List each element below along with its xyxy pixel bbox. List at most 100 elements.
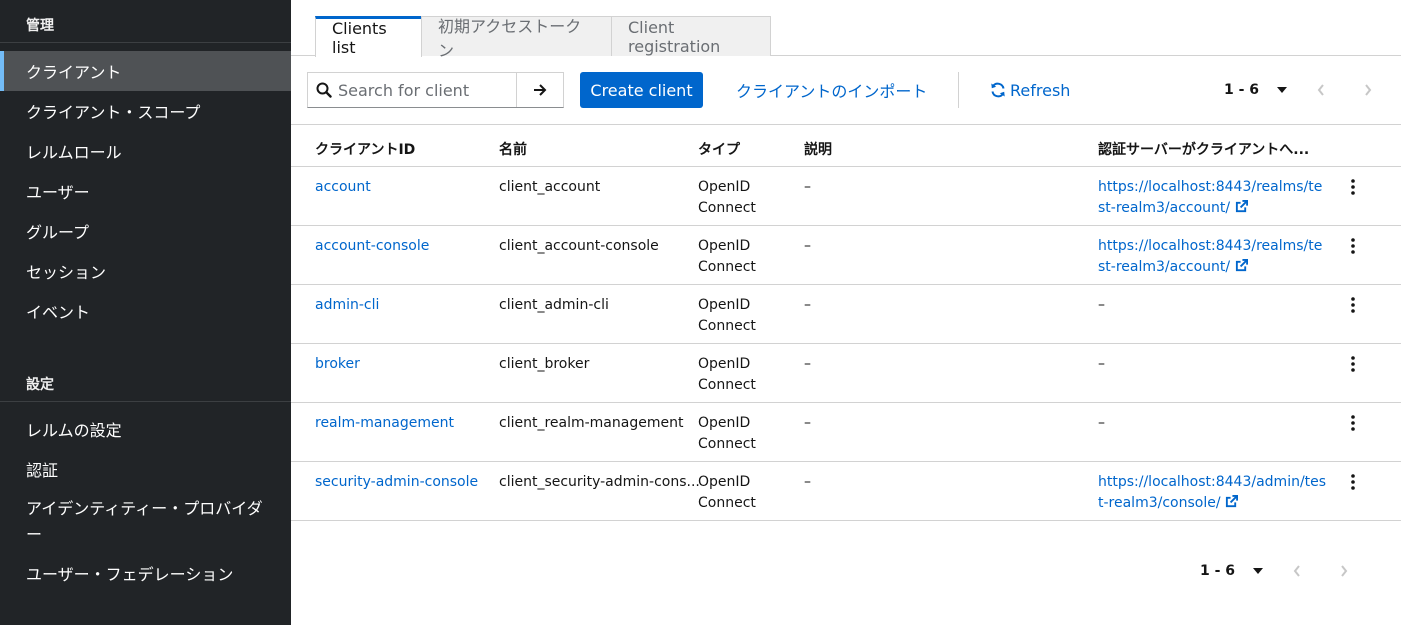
kebab-icon[interactable]	[1343, 354, 1363, 374]
sidebar: 管理 クライアント クライアント・スコープ レルムロール ユーザー グループ セ…	[0, 0, 291, 625]
search-input[interactable]	[338, 80, 508, 100]
client-id-link[interactable]: realm-management	[315, 413, 454, 434]
client-description: –	[804, 179, 811, 195]
home-url-empty: –	[1098, 356, 1105, 372]
nav-section-configure: 設定	[26, 377, 54, 393]
search-icon	[316, 82, 332, 98]
home-url-link[interactable]: https://localhost:8443/realms/test-realm…	[1098, 236, 1328, 278]
tabs: Clients list 初期アクセストークン Client registrat…	[291, 0, 1401, 60]
sidebar-item-label: クライアント・スコープ	[26, 103, 201, 122]
sidebar-item-label: セッション	[26, 263, 107, 282]
refresh-label: Refresh	[1010, 80, 1071, 100]
client-description: –	[804, 297, 811, 313]
sidebar-item-events[interactable]: イベント	[0, 291, 291, 331]
column-header-type[interactable]: タイプ	[698, 139, 740, 159]
angle-left-icon[interactable]	[1316, 82, 1326, 102]
sidebar-item-label: レルムロール	[26, 143, 122, 162]
client-name: client_account-console	[499, 238, 659, 254]
client-id-link[interactable]: account	[315, 177, 371, 198]
sidebar-item-label: ユーザー・フェデレーション	[26, 565, 234, 584]
toolbar-separator	[958, 72, 959, 108]
kebab-icon[interactable]	[1343, 177, 1363, 197]
home-url-text: https://localhost:8443/realms/test-realm…	[1098, 179, 1323, 216]
arrow-right-icon	[532, 82, 548, 98]
sidebar-item-label: 認証	[26, 461, 59, 480]
column-header-home-url[interactable]: 認証サーバーがクライアントへ...	[1098, 139, 1309, 159]
angle-left-icon[interactable]	[1292, 563, 1302, 583]
sidebar-item-clients[interactable]: クライアント	[0, 51, 291, 91]
client-type: OpenID Connect	[698, 238, 756, 275]
create-client-button[interactable]: Create client	[580, 72, 703, 108]
nav-section-manage: 管理	[26, 18, 54, 34]
tab-label: Clients list	[332, 19, 387, 57]
sidebar-item-label: レルムの設定	[26, 421, 122, 440]
pagination-bottom: 1 - 6	[1200, 553, 1264, 589]
sidebar-item-authentication[interactable]: 認証	[0, 449, 291, 489]
client-description: –	[804, 238, 811, 254]
pagination-top: 1 - 6	[1224, 72, 1288, 108]
home-url-link[interactable]: https://localhost:8443/admin/test-realm3…	[1098, 472, 1328, 514]
column-header-description[interactable]: 説明	[804, 139, 832, 159]
sidebar-item-label: クライアント	[26, 63, 122, 82]
kebab-icon[interactable]	[1343, 295, 1363, 315]
sidebar-item-sessions[interactable]: セッション	[0, 251, 291, 291]
client-type: OpenID Connect	[698, 474, 756, 511]
angle-right-icon[interactable]	[1339, 563, 1349, 583]
pagination-label: 1 - 6	[1200, 563, 1236, 579]
tab-label: 初期アクセストークン	[438, 16, 582, 60]
home-url-text: https://localhost:8443/realms/test-realm…	[1098, 238, 1323, 275]
tab-client-registration[interactable]: Client registration	[611, 16, 771, 56]
sidebar-item-realm-settings[interactable]: レルムの設定	[0, 409, 291, 449]
client-description: –	[804, 415, 811, 431]
sidebar-item-groups[interactable]: グループ	[0, 211, 291, 251]
kebab-icon[interactable]	[1343, 472, 1363, 492]
client-description: –	[804, 474, 811, 490]
kebab-icon[interactable]	[1343, 236, 1363, 256]
home-url-empty: –	[1098, 297, 1105, 313]
column-header-name[interactable]: 名前	[499, 139, 527, 159]
sidebar-item-label: ユーザー	[26, 183, 90, 202]
caret-down-icon[interactable]	[1277, 87, 1288, 93]
sidebar-item-label: グループ	[26, 223, 90, 242]
kebab-icon[interactable]	[1343, 413, 1363, 433]
client-id-link[interactable]: account-console	[315, 236, 429, 257]
column-header-client-id[interactable]: クライアントID	[315, 139, 415, 159]
sidebar-item-identity-providers[interactable]: アイデンティティー・プロバイダー	[26, 496, 276, 548]
tab-clients-list[interactable]: Clients list	[315, 16, 422, 57]
caret-down-icon[interactable]	[1253, 568, 1264, 574]
refresh-button[interactable]: Refresh	[990, 72, 1070, 108]
client-name: client_broker	[499, 356, 590, 372]
toolbar: Create client クライアントのインポート Refresh 1 - 6	[291, 72, 1401, 108]
sidebar-item-user-federation[interactable]: ユーザー・フェデレーション	[0, 553, 291, 593]
sidebar-item-client-scopes[interactable]: クライアント・スコープ	[0, 91, 291, 131]
sidebar-item-users[interactable]: ユーザー	[0, 171, 291, 211]
client-name: client_account	[499, 179, 601, 195]
table-header: クライアントID 名前 タイプ 説明 認証サーバーがクライアントへ...	[291, 124, 1401, 167]
external-link-icon	[1235, 200, 1248, 216]
main-content: Clients list 初期アクセストークン Client registrat…	[291, 0, 1401, 625]
external-link-icon	[1225, 495, 1239, 511]
table-row: security-admin-console client_security-a…	[291, 462, 1401, 521]
tab-initial-access-token[interactable]: 初期アクセストークン	[421, 16, 612, 60]
sidebar-item-label: アイデンティティー・プロバイダー	[26, 499, 263, 544]
client-name: client_admin-cli	[499, 297, 609, 313]
client-type: OpenID Connect	[698, 356, 756, 393]
client-type: OpenID Connect	[698, 179, 756, 216]
tab-label: Client registration	[628, 17, 721, 56]
table-row: realm-management client_realm-management…	[291, 403, 1401, 462]
search-submit-button[interactable]	[516, 72, 564, 108]
nav-divider	[0, 42, 291, 43]
table-row: account client_account OpenID Connect – …	[291, 167, 1401, 226]
import-client-button[interactable]: クライアントのインポート	[736, 72, 927, 108]
client-name: client_security-admin-cons...	[499, 474, 700, 490]
client-id-link[interactable]: security-admin-console	[315, 472, 478, 493]
client-id-link[interactable]: admin-cli	[315, 295, 379, 316]
client-type: OpenID Connect	[698, 297, 756, 334]
client-name: client_realm-management	[499, 415, 684, 431]
client-description: –	[804, 356, 811, 372]
angle-right-icon[interactable]	[1363, 82, 1373, 102]
sidebar-item-realm-roles[interactable]: レルムロール	[0, 131, 291, 171]
home-url-link[interactable]: https://localhost:8443/realms/test-realm…	[1098, 177, 1328, 219]
client-id-link[interactable]: broker	[315, 354, 360, 375]
external-link-icon	[1235, 259, 1248, 275]
